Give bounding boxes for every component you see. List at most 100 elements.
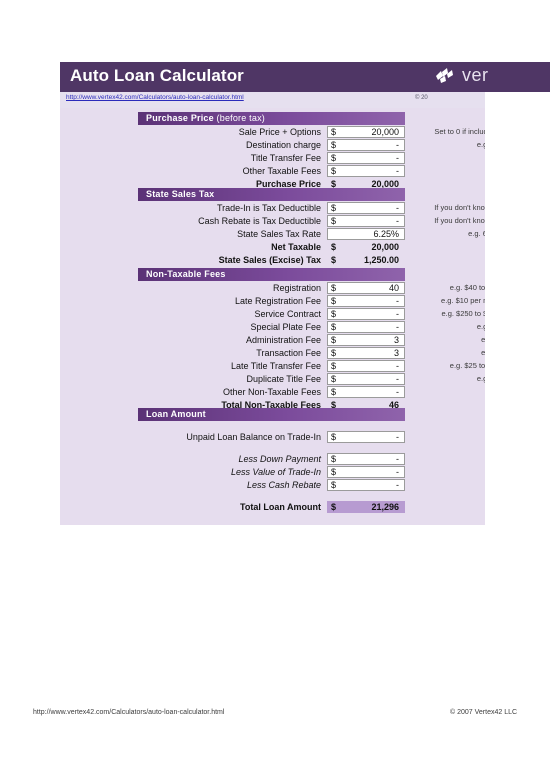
- row-hint: e.g. $10 per month: [441, 296, 485, 305]
- input-cell[interactable]: $ -: [327, 295, 405, 307]
- row-label: Total Loan Amount: [240, 502, 321, 512]
- cell-value: -: [396, 140, 399, 150]
- computed-cell: $21,296: [327, 501, 405, 513]
- computed-cell: $20,000: [327, 241, 405, 253]
- currency-symbol: $: [331, 502, 337, 512]
- row-loan-amount-1: Less Down Payment $ -: [138, 453, 405, 465]
- input-cell[interactable]: $ -: [327, 360, 405, 372]
- input-cell[interactable]: $20,000: [327, 126, 405, 138]
- row-purchase-price-2: Title Transfer Fee $ -: [138, 152, 405, 164]
- currency-symbol: $: [331, 432, 337, 442]
- cell-value: 20,000: [371, 242, 399, 252]
- cell-value: -: [396, 361, 399, 371]
- currency-symbol: $: [331, 480, 337, 490]
- row-loan-amount-4: Total Loan Amount $21,296: [138, 501, 405, 513]
- row-purchase-price-1: Destination charge $ -: [138, 139, 405, 151]
- currency-symbol: $: [331, 140, 337, 150]
- section-loan-amount: Loan Amount Unpaid Loan Balance on Trade-…: [138, 408, 405, 513]
- row-label: Destination charge: [245, 140, 321, 150]
- input-cell[interactable]: $ -: [327, 453, 405, 465]
- row-label: Less Value of Trade-In: [230, 467, 321, 477]
- currency-symbol: $: [331, 127, 337, 137]
- cell-value: -: [396, 166, 399, 176]
- header-url-link[interactable]: http://www.vertex42.com/Calculators/auto…: [66, 94, 244, 101]
- cell-value: -: [396, 216, 399, 226]
- currency-symbol: $: [331, 296, 337, 306]
- section-header-state-sales-tax: State Sales Tax: [138, 188, 405, 201]
- input-cell[interactable]: $ -: [327, 431, 405, 443]
- section-header-purchase-price: Purchase Price (before tax): [138, 112, 405, 125]
- input-cell[interactable]: $40: [327, 282, 405, 294]
- currency-symbol: $: [331, 361, 337, 371]
- cell-value: 3: [393, 348, 399, 358]
- row-hint: e.g. $25: [476, 322, 485, 331]
- row-hint: e.g. $25: [476, 374, 485, 383]
- input-cell[interactable]: $ -: [327, 152, 405, 164]
- row-label: Title Transfer Fee: [250, 153, 321, 163]
- currency-symbol: $: [331, 348, 337, 358]
- row-hint: e.g. $25 to $200: [449, 361, 485, 370]
- row-state-sales-tax-3: Net Taxable $20,000: [138, 241, 405, 253]
- cell-value: -: [396, 309, 399, 319]
- cell-value: -: [396, 467, 399, 477]
- input-cell[interactable]: $ -: [327, 466, 405, 478]
- vertex42-brand: ver: [435, 65, 489, 86]
- row-hint: Set to 0 if included in: [434, 127, 485, 136]
- row-label: Sale Price + Options: [238, 127, 321, 137]
- section-header-loan-amount: Loan Amount: [138, 408, 405, 421]
- row-loan-amount-2: Less Value of Trade-In $ -: [138, 466, 405, 478]
- input-cell[interactable]: $ -: [327, 139, 405, 151]
- row-non-taxable-fees-5: Transaction Fee $3: [138, 347, 405, 359]
- cell-value: -: [396, 374, 399, 384]
- app-header-bar: Auto Loan Calculator ver: [60, 62, 550, 92]
- row-non-taxable-fees-4: Administration Fee $3: [138, 334, 405, 346]
- currency-symbol: $: [331, 166, 337, 176]
- input-cell[interactable]: $ -: [327, 202, 405, 214]
- row-label: Less Down Payment: [238, 454, 321, 464]
- input-cell[interactable]: $ -: [327, 386, 405, 398]
- currency-symbol: $: [331, 216, 337, 226]
- input-cell[interactable]: $ -: [327, 321, 405, 333]
- input-cell[interactable]: $6.25%: [327, 228, 405, 240]
- row-label: State Sales Tax Rate: [237, 229, 321, 239]
- section-purchase-price: Purchase Price (before tax) Sale Price + …: [138, 112, 405, 190]
- footer-copyright: © 2007 Vertex42 LLC: [450, 709, 518, 716]
- input-cell[interactable]: $ -: [327, 308, 405, 320]
- row-label: Administration Fee: [245, 335, 321, 345]
- row-state-sales-tax-1: Cash Rebate is Tax Deductible $ -: [138, 215, 405, 227]
- currency-symbol: $: [331, 309, 337, 319]
- cell-value: 6.25%: [373, 229, 399, 239]
- row-label: Other Non-Taxable Fees: [222, 387, 321, 397]
- input-cell[interactable]: $3: [327, 347, 405, 359]
- row-hint: If you don't know, set: [434, 216, 485, 225]
- row-hint: e.g. $3: [481, 335, 485, 344]
- row-non-taxable-fees-1: Late Registration Fee $ -: [138, 295, 405, 307]
- cell-value: -: [396, 153, 399, 163]
- cell-value: 21,296: [371, 502, 399, 512]
- currency-symbol: $: [331, 387, 337, 397]
- currency-symbol: $: [331, 454, 337, 464]
- section-title: Non-Taxable Fees: [146, 269, 226, 279]
- row-label: Registration: [272, 283, 321, 293]
- row-non-taxable-fees-3: Special Plate Fee $ -: [138, 321, 405, 333]
- section-subtitle: (before tax): [213, 113, 265, 123]
- cell-value: 40: [388, 283, 399, 293]
- row-loan-amount-3: Less Cash Rebate $ -: [138, 479, 405, 491]
- currency-symbol: $: [331, 322, 337, 332]
- input-cell[interactable]: $ -: [327, 479, 405, 491]
- row-label: Special Plate Fee: [250, 322, 321, 332]
- cell-value: -: [396, 432, 399, 442]
- row-label: Trade-In is Tax Deductible: [216, 203, 321, 213]
- row-hint: e.g. $40 to $100: [449, 283, 485, 292]
- cell-value: -: [396, 203, 399, 213]
- row-state-sales-tax-2: State Sales Tax Rate $6.25%: [138, 228, 405, 240]
- currency-symbol: $: [331, 242, 337, 252]
- row-label: Service Contract: [254, 309, 321, 319]
- row-state-sales-tax-0: Trade-In is Tax Deductible $ -: [138, 202, 405, 214]
- input-cell[interactable]: $ -: [327, 165, 405, 177]
- input-cell[interactable]: $ -: [327, 373, 405, 385]
- input-cell[interactable]: $ -: [327, 215, 405, 227]
- row-non-taxable-fees-8: Other Non-Taxable Fees $ -: [138, 386, 405, 398]
- row-hint: If you don't know, set: [434, 203, 485, 212]
- input-cell[interactable]: $3: [327, 334, 405, 346]
